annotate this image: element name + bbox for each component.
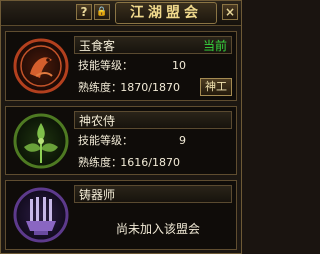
guild-name-bar: 铸器师 bbox=[74, 185, 232, 203]
window-title: 江湖盟会 bbox=[115, 2, 217, 24]
guild-card-zhuqishi[interactable]: 铸器师 尚未加入该盟会 bbox=[5, 180, 237, 250]
title-bar: ? 🔒 江湖盟会 × bbox=[1, 1, 241, 26]
shengong-button[interactable]: 神工 bbox=[200, 78, 232, 96]
guild-name: 玉食客 bbox=[79, 39, 116, 53]
proficiency-row: 熟练度：1616/1870 bbox=[78, 156, 180, 170]
skill-level-row: 技能等级： 10 bbox=[78, 59, 186, 73]
skill-level-row: 技能等级： 9 bbox=[78, 134, 186, 148]
skill-level-label: 技能等级： bbox=[78, 134, 133, 147]
not-joined-text: 尚未加入该盟会 bbox=[116, 222, 201, 236]
guild-name-bar: 玉食客 当前 bbox=[74, 36, 232, 54]
guild-card-shennongshi[interactable]: 神农侍 技能等级： 9 熟练度：1616/1870 bbox=[5, 106, 237, 175]
proficiency-label: 熟练度： bbox=[78, 81, 122, 94]
guild-panel: ? 🔒 江湖盟会 × 玉食客 当前 技能等级： 10 熟练度：1870/1870… bbox=[0, 0, 242, 254]
forge-emblem-icon bbox=[12, 185, 70, 245]
guild-name-bar: 神农侍 bbox=[74, 111, 232, 129]
herb-emblem-icon bbox=[12, 111, 70, 171]
skill-level-value: 10 bbox=[172, 59, 186, 72]
guild-name: 神农侍 bbox=[79, 114, 116, 128]
close-button[interactable]: × bbox=[222, 4, 238, 20]
help-button[interactable]: ? bbox=[76, 4, 92, 20]
skill-level-value: 9 bbox=[179, 134, 186, 147]
current-status-badge: 当前 bbox=[202, 39, 227, 53]
fish-emblem-icon bbox=[12, 36, 70, 96]
proficiency-value: 1616/1870 bbox=[120, 156, 180, 169]
proficiency-row: 熟练度：1870/1870 bbox=[78, 81, 180, 95]
skill-level-label: 技能等级： bbox=[78, 59, 133, 72]
proficiency-value: 1870/1870 bbox=[120, 81, 180, 94]
guild-name: 铸器师 bbox=[79, 188, 116, 202]
proficiency-label: 熟练度： bbox=[78, 156, 122, 169]
guild-card-yushike[interactable]: 玉食客 当前 技能等级： 10 熟练度：1870/1870 神工 bbox=[5, 31, 237, 101]
lock-icon[interactable]: 🔒 bbox=[94, 4, 110, 20]
